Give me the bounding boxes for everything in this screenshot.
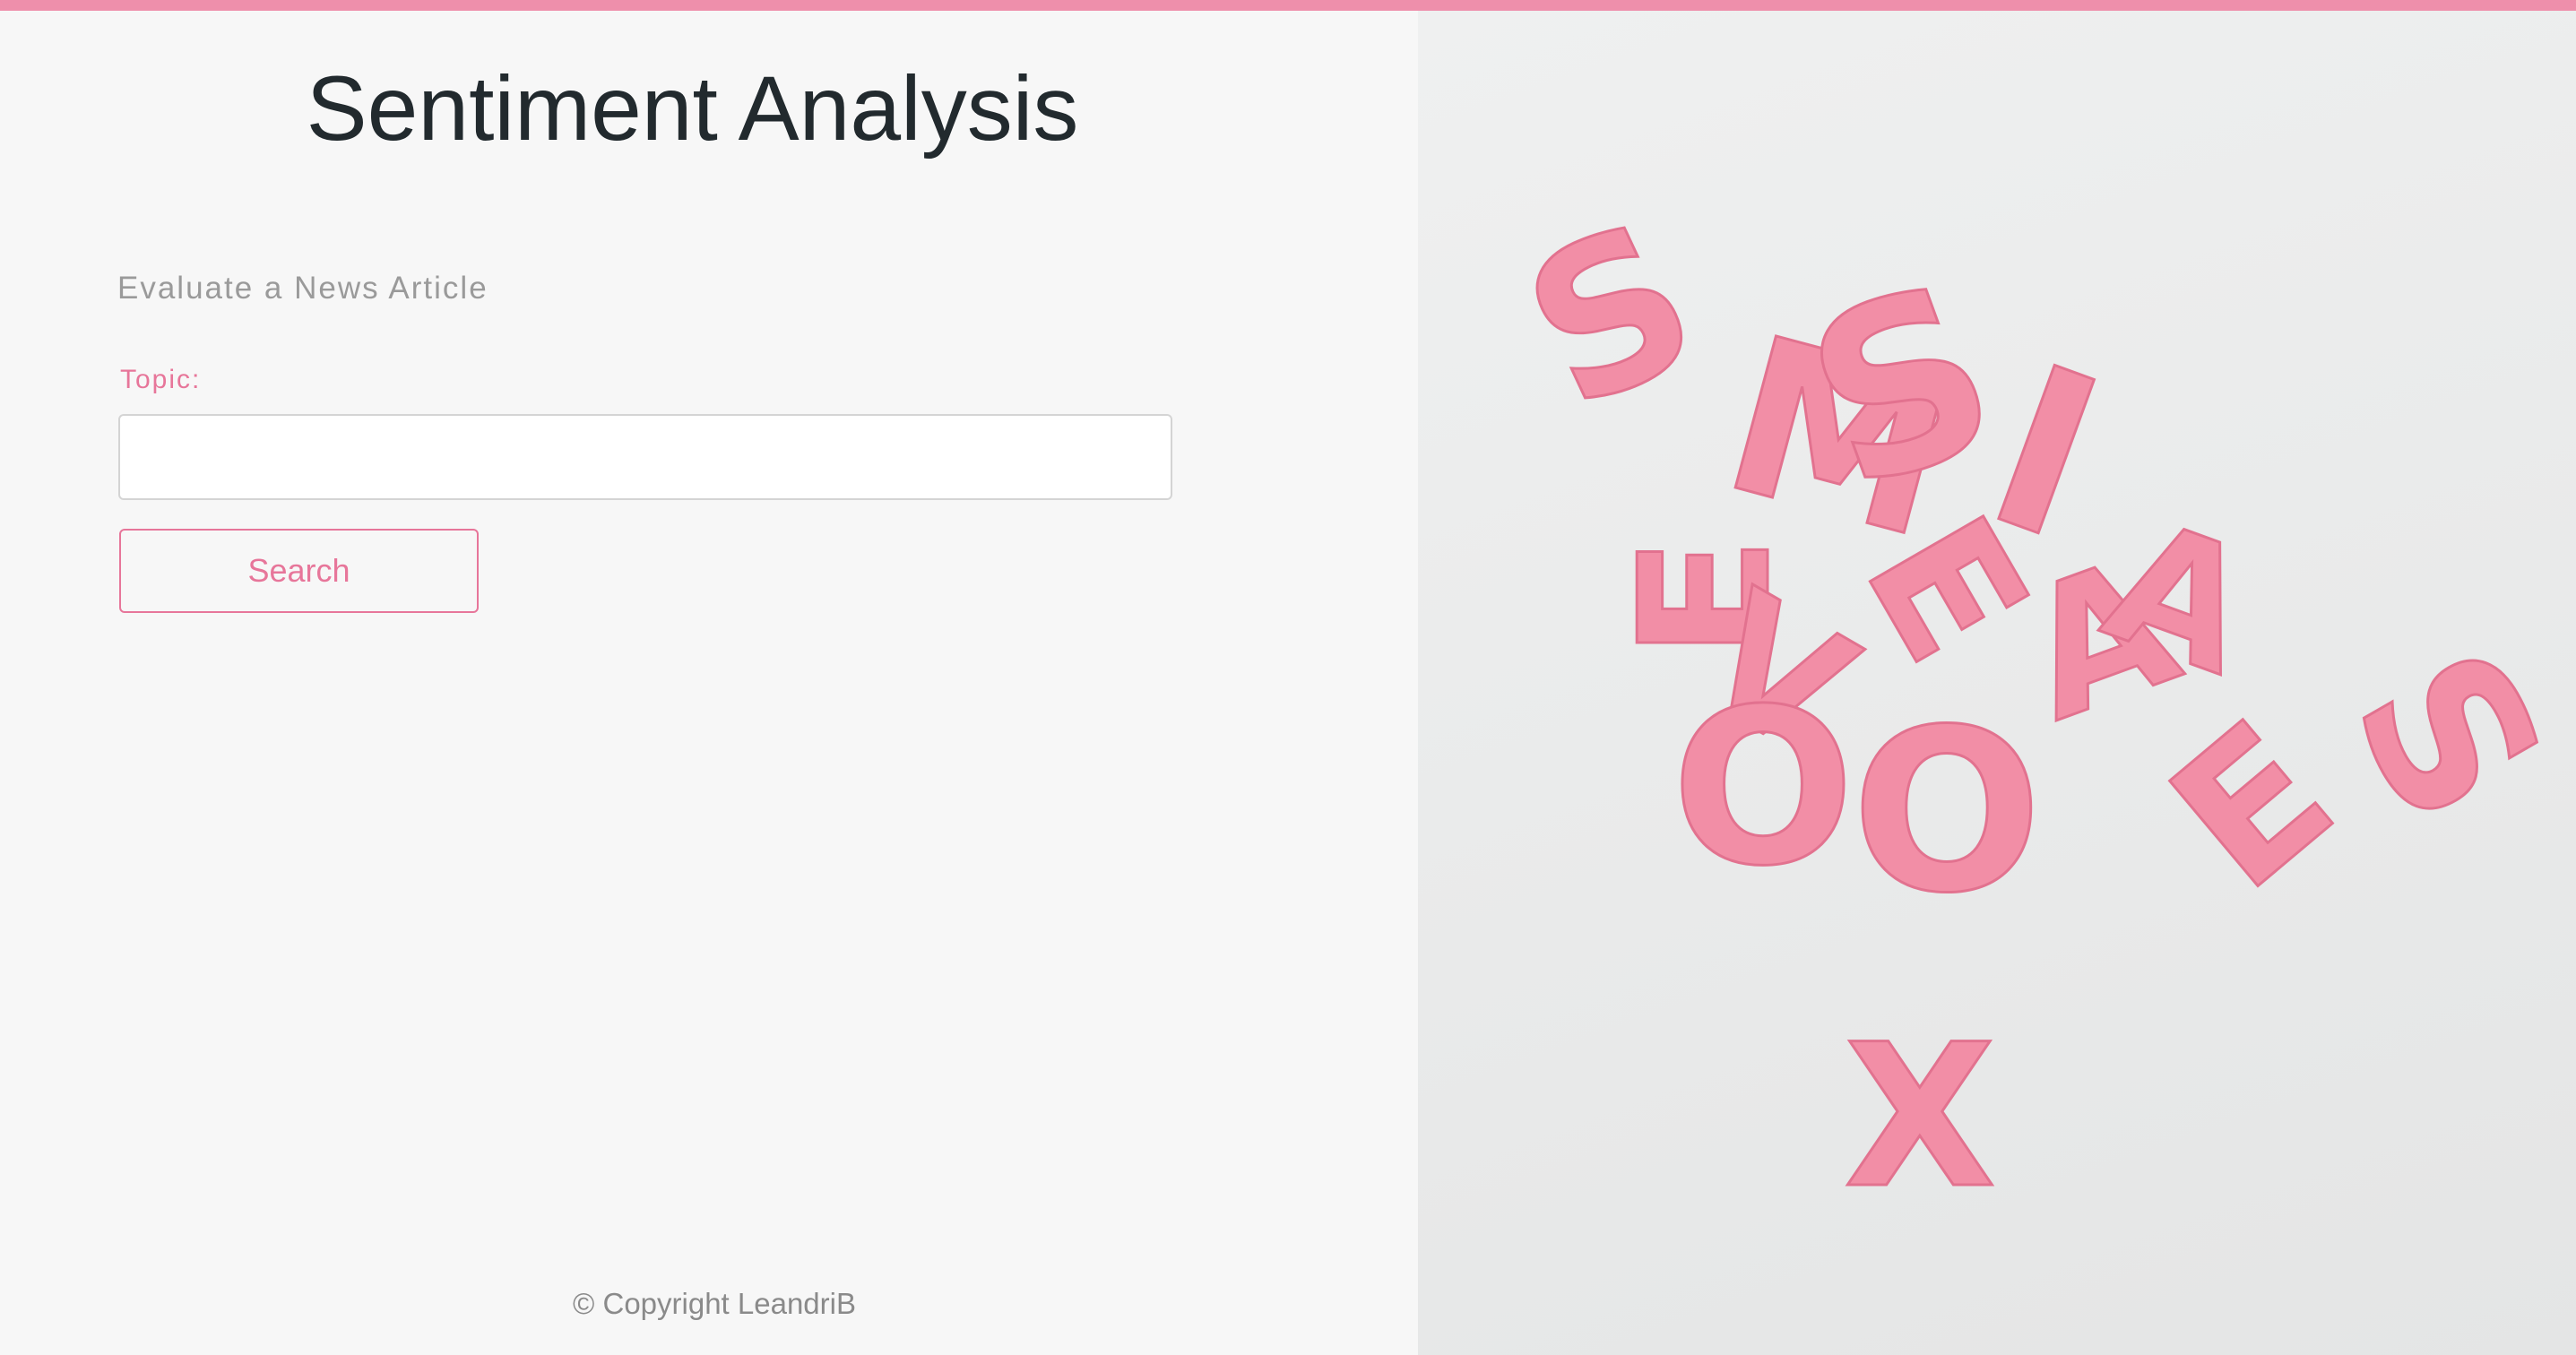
copyright-footer: © Copyright LeandriB (573, 1287, 856, 1320)
letter-tile: O (1852, 681, 2043, 942)
letter-tile: O (1672, 662, 1854, 913)
letter-tile: A (2084, 481, 2276, 712)
topic-input[interactable] (118, 414, 1172, 500)
form-subtitle: Evaluate a News Article (117, 271, 488, 306)
letter-tile: S (1493, 177, 1729, 456)
hero-image: SMSIEEVOAAOESX (1418, 11, 2576, 1355)
page-title: Sentiment Analysis (306, 57, 1079, 160)
top-accent-bar (0, 0, 2576, 11)
letter-tile: X (1844, 1002, 1996, 1231)
pink-letter-tiles-image: SMSIE EVOAAO ESX (1492, 176, 2576, 1233)
search-button[interactable]: Search (119, 529, 479, 613)
letter-tiles: SMSIE EVOAAO ESX (1492, 176, 2576, 1233)
topic-label: Topic: (120, 365, 202, 394)
left-panel: Sentiment Analysis Evaluate a News Artic… (0, 11, 1418, 1355)
